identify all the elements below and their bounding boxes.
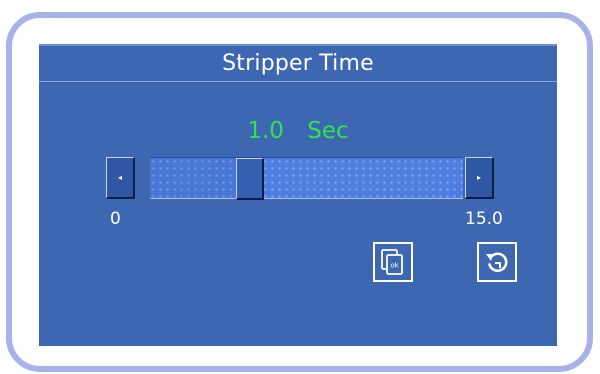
slider-fill [150,158,236,198]
current-value: 1.0 [247,118,284,144]
undo-button[interactable] [477,242,517,282]
undo-icon [486,252,508,272]
value-unit: Sec [307,118,349,144]
title-bar: Stripper Time [39,46,557,82]
slider-max-label: 15.0 [465,209,503,229]
slider-thumb[interactable] [236,158,264,200]
ok-button[interactable]: ok [373,242,413,282]
panel-title: Stripper Time [222,51,374,76]
value-readout: 1.0 Sec [39,118,557,144]
increment-button[interactable]: ▸ [465,157,494,199]
stripper-time-slider[interactable]: ◂ ▸ [106,157,494,201]
stripper-time-panel: Stripper Time 1.0 Sec ◂ ▸ 0 15.0 ok [39,44,557,346]
svg-text:ok: ok [390,262,399,270]
slider-track[interactable] [150,157,463,200]
arrow-right-icon: ▸ [476,172,481,182]
arrow-left-icon: ◂ [117,172,122,182]
decrement-button[interactable]: ◂ [106,157,135,199]
slider-min-label: 0 [110,209,121,229]
copy-ok-icon: ok [381,249,403,275]
